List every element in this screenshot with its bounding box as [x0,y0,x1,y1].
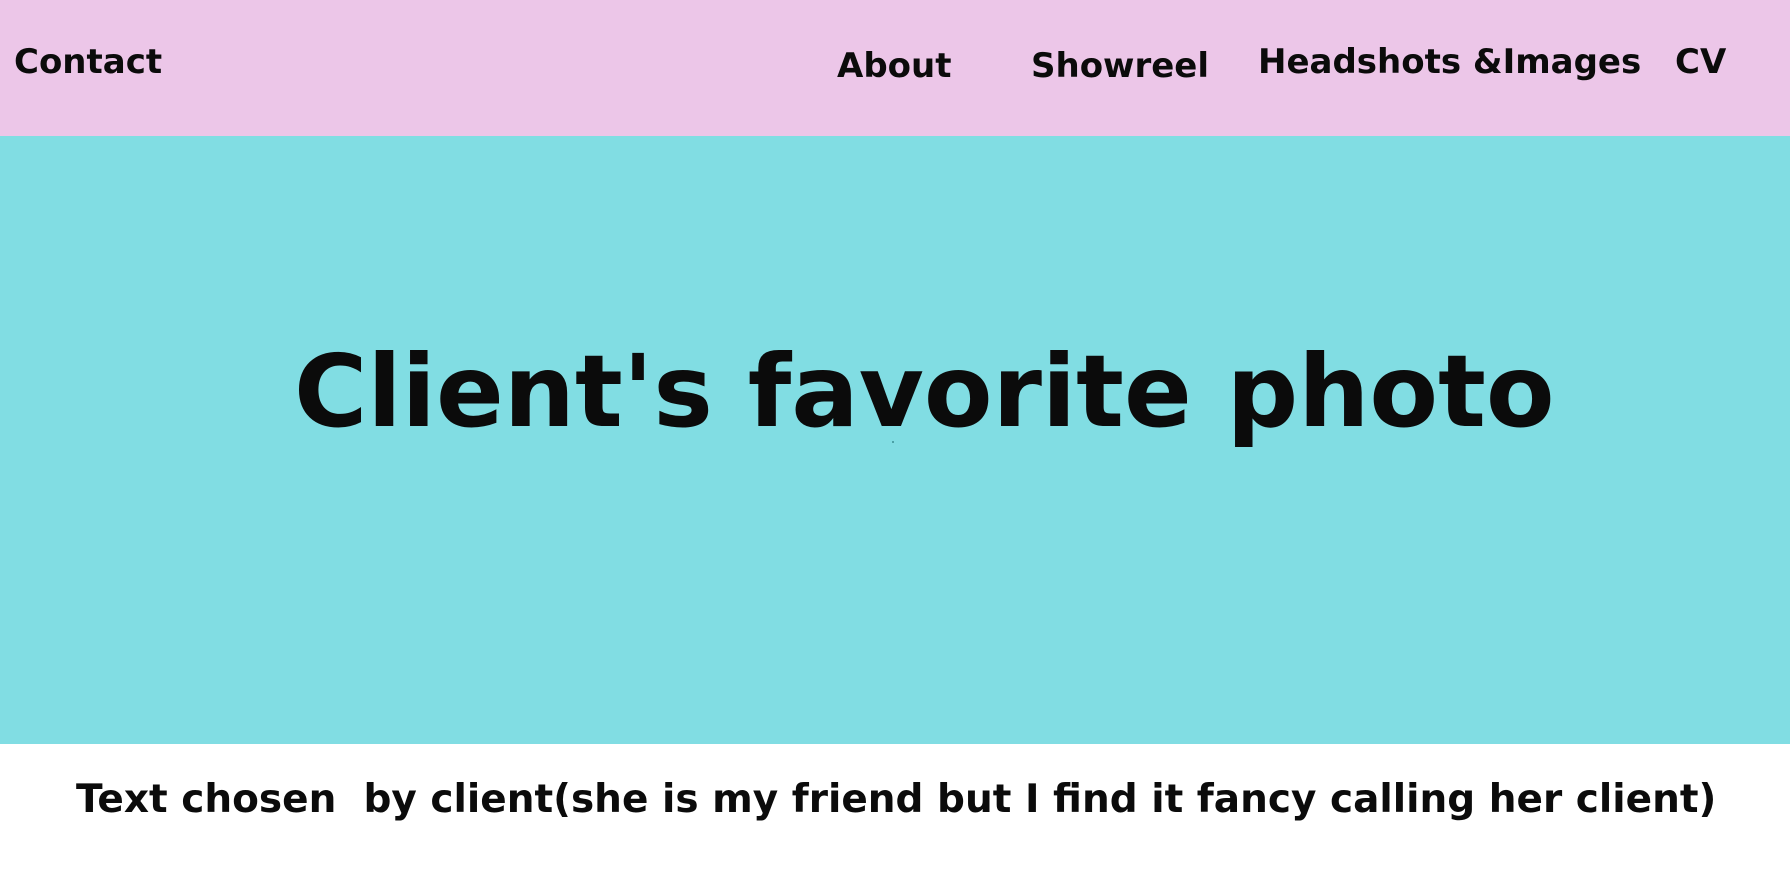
nav-link-about[interactable]: About [837,46,951,86]
nav-link-contact[interactable]: Contact [14,42,162,82]
hero-title: Client's favorite photo [294,333,1555,450]
nav-link-cv[interactable]: CV [1675,42,1726,82]
caption-text: Text chosen by client(she is my friend b… [76,777,1717,822]
hero-dot-mark [892,441,894,443]
nav-link-headshots-images[interactable]: Headshots &Images [1258,42,1641,82]
nav-link-showreel[interactable]: Showreel [1031,46,1209,86]
top-navbar: Contact About Showreel Headshots &Images… [0,0,1790,136]
hero-photo-placeholder: Client's favorite photo [0,136,1790,744]
